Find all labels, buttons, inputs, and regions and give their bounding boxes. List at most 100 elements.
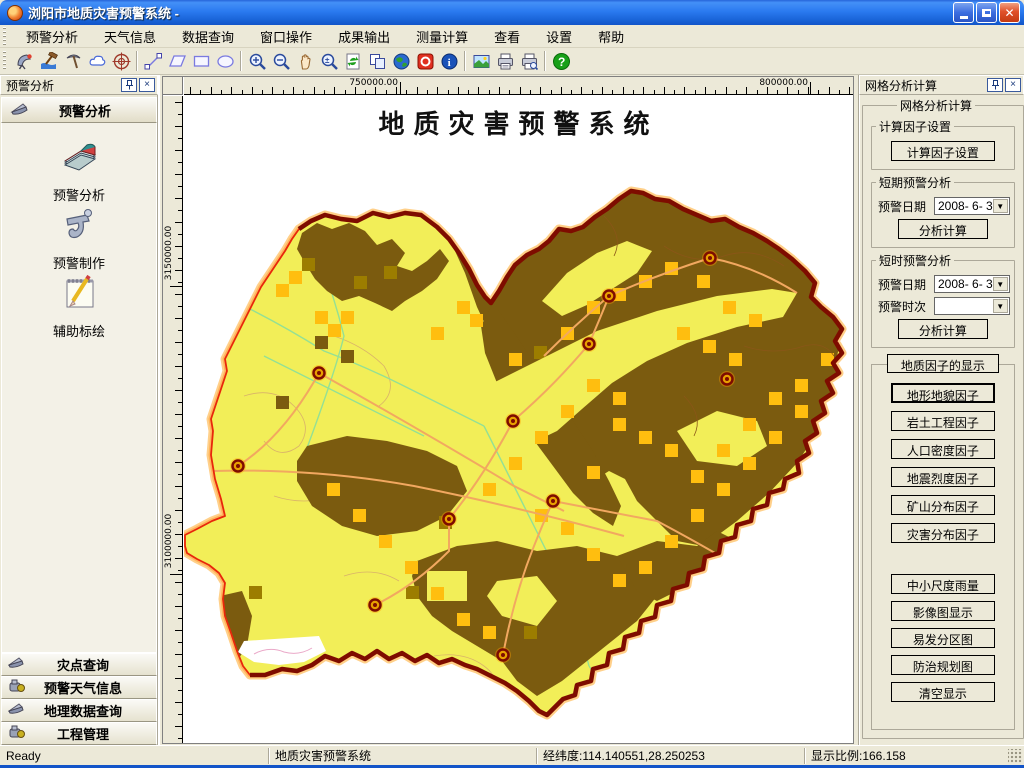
menu-warning-analysis[interactable]: 预警分析 [13, 24, 91, 49]
zoom-select-icon[interactable]: ± [317, 50, 341, 73]
menu-result-output[interactable]: 成果输出 [325, 24, 403, 49]
status-coordinates: 经纬度:114.140551,28.250253 [536, 748, 804, 764]
ellipse-tool-icon[interactable] [213, 50, 237, 73]
rectangle-tool-icon[interactable] [189, 50, 213, 73]
menu-weather-info[interactable]: 天气信息 [91, 24, 169, 49]
nav-item-auxiliary-plotting[interactable]: 辅助标绘 [19, 273, 139, 341]
nav-item-warning-production[interactable]: 预警制作 [19, 205, 139, 273]
plane-tool-icon [8, 703, 26, 718]
minimize-button[interactable] [953, 2, 974, 23]
short-time-date-combobox[interactable]: 2008- 6- 3 ▼ [934, 275, 1010, 293]
copy-layers-icon[interactable] [365, 50, 389, 73]
geo-factor-display-button[interactable]: 地质因子的显示 [887, 354, 999, 373]
bar-disaster-point-query[interactable]: 灾点查询 [1, 653, 157, 676]
notepad-pencil-icon [57, 273, 101, 318]
close-button[interactable]: ✕ [999, 2, 1020, 23]
susceptibility-zoning-button[interactable]: 易发分区图 [891, 628, 995, 648]
info-icon[interactable]: i [437, 50, 461, 73]
chevron-down-icon[interactable]: ▼ [993, 199, 1008, 213]
svg-text:?: ? [558, 55, 565, 69]
left-section-header[interactable]: 预警分析 [1, 97, 157, 123]
left-nav-body: 预警分析 预警制作 辅助标绘 [1, 123, 157, 653]
pin-button[interactable] [987, 78, 1003, 92]
zoom-out-icon[interactable] [269, 50, 293, 73]
zoom-in-icon[interactable] [245, 50, 269, 73]
menu-help[interactable]: 帮助 [585, 24, 637, 49]
short-time-group: 短时预警分析 预警日期 2008- 6- 3 ▼ 预警时次 ▼ 分析计算 [871, 252, 1015, 348]
imagery-display-button[interactable]: 影像图显示 [891, 601, 995, 621]
app-logo-icon [7, 5, 23, 21]
chevron-down-icon[interactable]: ▼ [993, 299, 1008, 313]
bar-warning-weather-info[interactable]: 预警天气信息 [1, 676, 157, 699]
panel-close-button[interactable]: × [139, 78, 155, 92]
title-bar: 浏阳市地质灾害预警系统 - ✕ [0, 0, 1024, 25]
menu-view[interactable]: 查看 [481, 24, 533, 49]
pick-icon[interactable] [61, 50, 85, 73]
globe-icon[interactable] [389, 50, 413, 73]
prevention-plan-button[interactable]: 防治规划图 [891, 655, 995, 675]
status-bar: Ready 地质灾害预警系统 经纬度:114.140551,28.250253 … [0, 745, 1024, 765]
menu-data-query[interactable]: 数据查询 [169, 24, 247, 49]
pin-button[interactable] [121, 78, 137, 92]
grid-analysis-group-title: 网格分析计算 [897, 97, 975, 114]
radar-icon[interactable] [13, 50, 37, 73]
short-term-date-value: 2008- 6- 3 [935, 199, 993, 213]
short-term-analyze-button[interactable]: 分析计算 [898, 219, 988, 239]
resize-grip[interactable] [1008, 749, 1022, 763]
cloud-icon[interactable] [85, 50, 109, 73]
print-icon[interactable] [493, 50, 517, 73]
short-time-session-label: 预警时次 [878, 298, 934, 315]
short-term-group: 短期预警分析 预警日期 2008- 6- 3 ▼ 分析计算 [871, 174, 1015, 248]
bar-geographic-data-query[interactable]: 地理数据查询 [1, 699, 157, 722]
menu-window-ops[interactable]: 窗口操作 [247, 24, 325, 49]
horizontal-ruler: 750000.00800000.00 [184, 77, 853, 95]
toolbar-separator [136, 51, 138, 71]
restore-button[interactable] [976, 2, 997, 23]
status-ready: Ready [0, 748, 268, 764]
left-panel-title: 预警分析 [6, 77, 119, 94]
grid-analysis-group: 网格分析计算 计算因子设置 计算因子设置 短期预警分析 预警日期 2008- 6… [862, 97, 1024, 739]
toolbar-grip[interactable] [3, 51, 10, 72]
stop-icon[interactable] [413, 50, 437, 73]
short-time-session-combobox[interactable]: ▼ [934, 297, 1010, 315]
refresh-icon[interactable] [341, 50, 365, 73]
polygon-tool-icon[interactable] [165, 50, 189, 73]
menu-grip[interactable] [3, 27, 10, 45]
seismic-intensity-factor-button[interactable]: 地震烈度因子 [891, 467, 995, 487]
bar-label: 地理数据查询 [32, 701, 156, 720]
bar-project-management[interactable]: 工程管理 [1, 722, 157, 745]
population-density-factor-button[interactable]: 人口密度因子 [891, 439, 995, 459]
disaster-distribution-factor-button[interactable]: 灾害分布因子 [891, 523, 995, 543]
short-time-date-label: 预警日期 [878, 276, 934, 293]
book-icon [57, 137, 101, 182]
ruler-corner [163, 77, 183, 95]
calc-factor-settings-button[interactable]: 计算因子设置 [891, 141, 995, 161]
short-term-legend: 短期预警分析 [876, 174, 954, 191]
mine-distribution-factor-button[interactable]: 矿山分布因子 [891, 495, 995, 515]
help-icon[interactable]: ? [549, 50, 573, 73]
toolbar-separator [240, 51, 242, 71]
rainfall-scale-button[interactable]: 中小尺度雨量 [891, 574, 995, 594]
target-icon[interactable] [109, 50, 133, 73]
panel-close-button[interactable]: × [1005, 78, 1021, 92]
map-canvas[interactable] [184, 96, 853, 743]
bar-label: 工程管理 [32, 724, 156, 743]
image-view-icon[interactable] [469, 50, 493, 73]
hammer-water-icon[interactable] [37, 50, 61, 73]
short-term-date-combobox[interactable]: 2008- 6- 3 ▼ [934, 197, 1010, 215]
clear-display-button[interactable]: 清空显示 [891, 682, 995, 702]
menu-measure-calc[interactable]: 测量计算 [403, 24, 481, 49]
print-preview-icon[interactable] [517, 50, 541, 73]
plane-tool-icon [8, 657, 26, 672]
map-view[interactable]: 地质灾害预警系统 [184, 96, 853, 743]
left-section-label: 预警分析 [38, 101, 156, 120]
calc-factor-group: 计算因子设置 计算因子设置 [871, 118, 1015, 170]
geotech-factor-button[interactable]: 岩土工程因子 [891, 411, 995, 431]
terrain-factor-button[interactable]: 地形地貌因子 [891, 383, 995, 403]
short-time-analyze-button[interactable]: 分析计算 [898, 319, 988, 339]
line-tool-icon[interactable] [141, 50, 165, 73]
nav-item-warning-analysis[interactable]: 预警分析 [19, 137, 139, 205]
pan-hand-icon[interactable] [293, 50, 317, 73]
chevron-down-icon[interactable]: ▼ [993, 277, 1008, 291]
menu-settings[interactable]: 设置 [533, 24, 585, 49]
